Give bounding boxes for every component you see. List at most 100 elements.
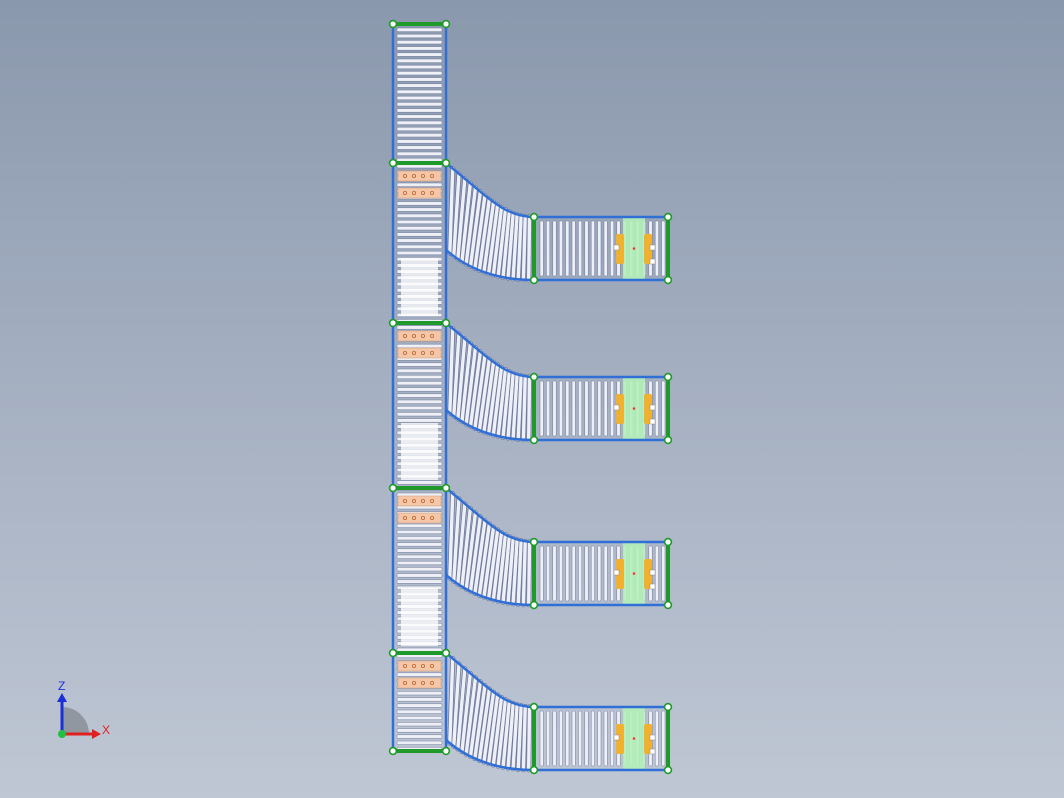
main-roller <box>396 567 443 572</box>
branch-conveyor[interactable] <box>445 162 670 283</box>
joint-node <box>441 648 451 658</box>
actuator-block <box>613 404 620 411</box>
straight-roller <box>552 710 557 767</box>
curve-roller <box>526 705 532 772</box>
straight-roller <box>603 710 608 767</box>
main-roller <box>396 523 443 528</box>
curve-roller <box>526 215 532 282</box>
straight-roller <box>546 545 551 602</box>
straight-roller <box>571 545 576 602</box>
main-roller <box>396 672 443 677</box>
main-roller <box>396 58 443 63</box>
main-roller <box>396 46 443 51</box>
actuator-block <box>649 748 656 755</box>
main-conveyor-line[interactable] <box>391 22 448 753</box>
main-roller <box>396 734 443 739</box>
branch-conveyor[interactable] <box>445 487 670 608</box>
straight-roller <box>584 380 589 437</box>
main-roller <box>396 722 443 727</box>
main-roller <box>396 393 443 398</box>
main-roller <box>396 381 443 386</box>
main-roller <box>396 418 443 423</box>
joint-node <box>529 600 539 610</box>
joint-node <box>441 746 451 756</box>
straight-roller <box>654 380 659 437</box>
main-roller <box>396 232 443 237</box>
joint-node <box>441 483 451 493</box>
y-axis-origin <box>58 730 66 738</box>
branch-conveyors[interactable] <box>445 162 670 773</box>
straight-roller <box>584 545 589 602</box>
straight-roller <box>590 220 595 277</box>
straight-roller <box>546 380 551 437</box>
straight-roller <box>565 220 570 277</box>
axis-triad-quadrant <box>62 707 89 734</box>
main-roller <box>396 554 443 559</box>
stop-pad <box>397 495 442 507</box>
main-roller <box>396 703 443 708</box>
joint-node <box>529 537 539 547</box>
straight-roller <box>571 380 576 437</box>
main-roller <box>396 387 443 392</box>
straight-roller <box>610 710 615 767</box>
main-zone-highlight <box>401 258 438 316</box>
joint-node <box>388 648 398 658</box>
straight-roller <box>539 380 544 437</box>
actuator-block <box>649 583 656 590</box>
joint-node <box>663 212 673 222</box>
pallet-center-mark <box>632 737 636 740</box>
stop-pad <box>397 347 442 359</box>
main-roller <box>396 52 443 57</box>
joint-node <box>441 19 451 29</box>
main-roller <box>396 120 443 125</box>
main-roller <box>396 64 443 70</box>
main-roller <box>396 405 443 411</box>
straight-roller <box>661 220 666 277</box>
main-roller <box>396 412 443 417</box>
main-roller <box>396 201 443 206</box>
joint-node <box>388 19 398 29</box>
main-roller <box>396 182 443 187</box>
joint-node <box>663 372 673 382</box>
straight-roller <box>558 710 563 767</box>
main-roller <box>396 579 443 584</box>
main-roller <box>396 536 443 541</box>
branch-conveyor[interactable] <box>445 652 670 773</box>
straight-roller <box>558 380 563 437</box>
straight-roller <box>552 220 557 277</box>
main-roller <box>396 238 443 243</box>
straight-roller <box>565 545 570 602</box>
joint-node <box>388 158 398 168</box>
main-roller <box>396 71 443 76</box>
straight-roller <box>558 545 563 602</box>
straight-roller <box>603 545 608 602</box>
conveyor-layout-drawing[interactable]: Z X <box>0 0 1064 798</box>
actuator-block <box>649 404 656 411</box>
curve-roller <box>526 375 532 442</box>
cad-viewport[interactable]: Z X <box>0 0 1064 798</box>
main-roller <box>396 573 443 578</box>
main-roller <box>396 95 443 101</box>
straight-roller <box>610 380 615 437</box>
main-roller <box>396 102 443 107</box>
straight-roller <box>539 545 544 602</box>
straight-roller <box>578 220 583 277</box>
straight-roller <box>565 380 570 437</box>
main-roller <box>396 108 443 113</box>
main-roller <box>396 542 443 547</box>
joint-node <box>441 318 451 328</box>
straight-roller <box>546 710 551 767</box>
main-roller <box>396 697 443 702</box>
straight-roller <box>565 710 570 767</box>
straight-roller <box>558 220 563 277</box>
straight-roller <box>552 380 557 437</box>
main-roller <box>396 40 443 45</box>
stop-pad <box>397 512 442 524</box>
straight-roller <box>584 220 589 277</box>
branch-conveyor[interactable] <box>445 322 670 443</box>
straight-roller <box>603 380 608 437</box>
main-roller <box>396 399 443 404</box>
curve-roller <box>521 374 527 442</box>
straight-roller <box>597 380 602 437</box>
straight-roller <box>597 220 602 277</box>
